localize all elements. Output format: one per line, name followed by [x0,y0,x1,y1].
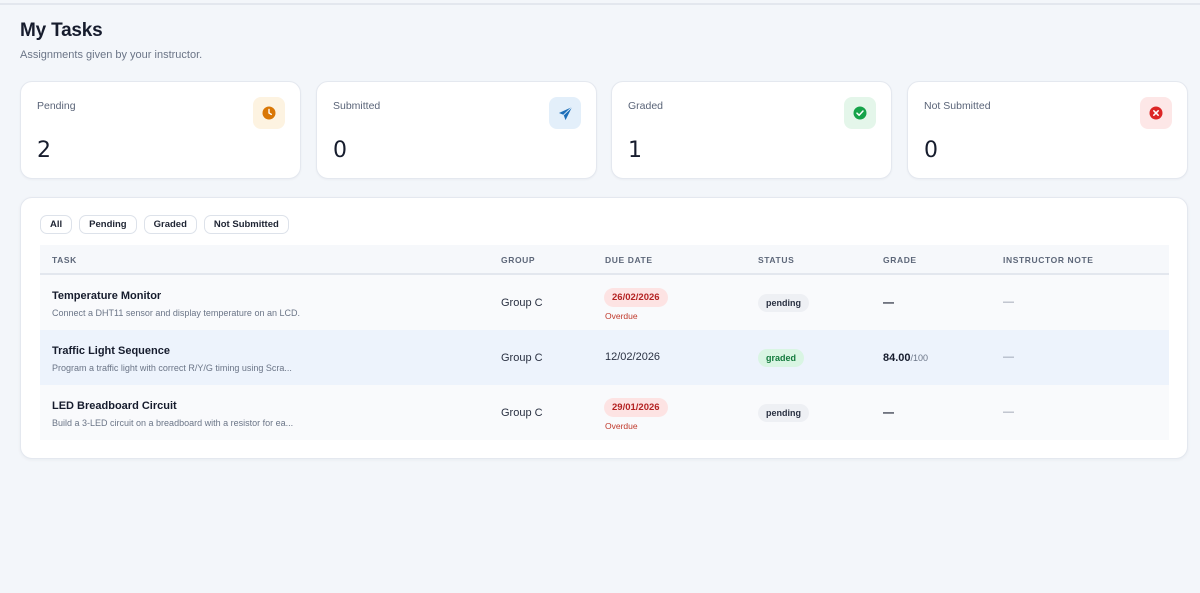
overdue-label: Overdue [605,421,638,431]
status-badge: pending [758,404,809,422]
table-row[interactable]: Traffic Light Sequence Program a traffic… [40,330,1169,385]
column-header-group: GROUP [501,255,536,265]
status-badge: graded [758,349,805,367]
column-header-due-date: DUE DATE [605,255,653,265]
tasks-table: TASK GROUP DUE DATE STATUS GRADE INSTRUC… [40,245,1169,440]
stat-value: 1 [628,138,642,163]
stat-label: Graded [628,100,664,112]
tasks-panel: All Pending Graded Not Submitted TASK GR… [20,197,1188,459]
column-header-task: TASK [52,255,77,265]
filter-pending-button[interactable]: Pending [79,215,137,234]
instructor-note: — [1003,296,1014,308]
top-divider [0,3,1200,5]
page-header: My Tasks Assignments given by your instr… [20,20,202,61]
due-date: 12/02/2026 [605,351,661,363]
task-title: LED Breadboard Circuit [52,400,177,412]
stat-value: 2 [37,138,51,163]
table-row[interactable]: LED Breadboard Circuit Build a 3-LED cir… [40,385,1169,440]
stat-value: 0 [333,138,347,163]
stat-card-graded: Graded 1 [611,81,892,179]
task-title: Temperature Monitor [52,290,162,302]
instructor-note: — [1003,406,1014,418]
task-group: Group C [501,407,543,419]
stat-label: Not Submitted [924,100,991,112]
grade-value: 84.00 [883,352,911,364]
table-header: TASK GROUP DUE DATE STATUS GRADE INSTRUC… [40,245,1169,275]
task-grade: — [883,297,894,309]
stat-value: 0 [924,138,938,163]
stat-label: Submitted [333,100,381,112]
task-description: Build a 3-LED circuit on a breadboard wi… [52,418,294,428]
instructor-note: — [1003,351,1014,363]
stats-row: Pending 2 Submitted 0 Graded 1 Not Submi… [20,81,1188,179]
column-header-instructor-note: INSTRUCTOR NOTE [1003,255,1094,265]
column-header-grade: GRADE [883,255,917,265]
page-title: My Tasks [20,20,103,41]
paper-plane-icon [549,97,581,129]
filter-graded-button[interactable]: Graded [143,215,197,234]
due-date-badge: 29/01/2026 [604,398,668,417]
grade-value: — [883,407,894,419]
check-circle-icon [844,97,876,129]
table-row[interactable]: Temperature Monitor Connect a DHT11 sens… [40,275,1169,330]
task-title: Traffic Light Sequence [52,345,170,357]
status-badge: pending [758,294,809,312]
filter-not-submitted-button[interactable]: Not Submitted [203,215,289,234]
task-grade: 84.00/100 [883,352,928,364]
grade-max: /100 [910,353,929,363]
column-header-status: STATUS [758,255,795,265]
overdue-label: Overdue [605,311,638,321]
task-group: Group C [501,352,543,364]
clock-icon [253,97,285,129]
task-grade: — [883,407,894,419]
task-description: Program a traffic light with correct R/Y… [52,363,292,373]
task-description: Connect a DHT11 sensor and display tempe… [52,308,300,318]
grade-value: — [883,297,894,309]
stat-label: Pending [37,100,76,112]
stat-card-pending: Pending 2 [20,81,301,179]
due-date-badge: 26/02/2026 [604,288,668,307]
x-circle-icon [1140,97,1172,129]
page-subtitle: Assignments given by your instructor. [20,49,203,61]
stat-card-not-submitted: Not Submitted 0 [907,81,1188,179]
stat-card-submitted: Submitted 0 [316,81,597,179]
filter-bar: All Pending Graded Not Submitted [40,215,289,234]
task-group: Group C [501,297,543,309]
filter-all-button[interactable]: All [40,215,73,234]
